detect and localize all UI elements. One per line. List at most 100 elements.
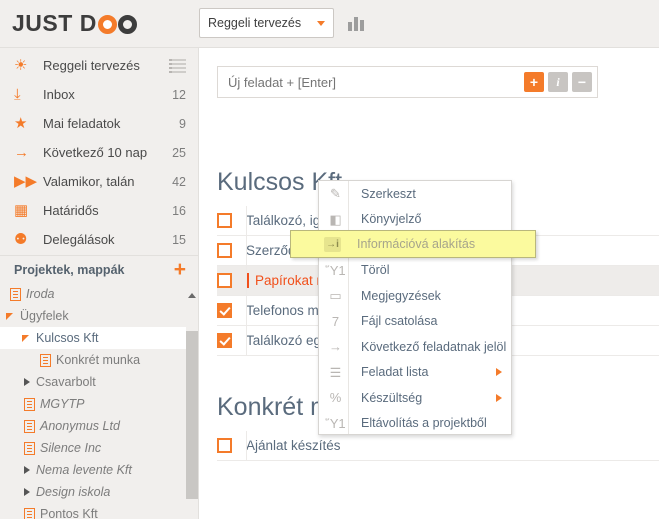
context-menu-item-label: Információvá alakítás <box>357 237 475 251</box>
sidebar-item-label: Inbox <box>43 87 172 102</box>
task-checkbox[interactable] <box>217 438 232 453</box>
task-label: Ajánlat készítés <box>246 438 341 453</box>
context-menu[interactable]: ✎ Szerkeszt ◧ Könyvjelző →i Információvá alak… <box>318 180 512 435</box>
logo-text-d: D <box>80 10 97 37</box>
task-divider <box>246 266 247 295</box>
document-icon <box>24 508 35 519</box>
sidebar-item-label: Határidős <box>43 203 172 218</box>
bar-chart-icon[interactable] <box>348 14 366 31</box>
context-menu-item-label: Következő feladatnak jelöl <box>348 340 511 354</box>
context-menu-item-1[interactable]: ◧ Könyvjelző <box>319 207 511 233</box>
projects-header-title: Projektek, mappák <box>14 263 174 277</box>
tree-item-label: Pontos Kft <box>40 507 98 519</box>
context-menu-item-5[interactable]: ὘7 Fájl csatolása <box>319 309 511 335</box>
tree-item-5[interactable]: MGYTP <box>0 393 198 415</box>
tree-item-2[interactable]: Kulcsos Kft <box>0 327 198 349</box>
add-task-button[interactable]: + <box>524 72 544 92</box>
context-menu-item-highlighted[interactable]: →i Információvá alakítás <box>290 230 536 258</box>
app-root: JUST D Reggeli tervezés ☀ Reggeli tervezé… <box>0 0 659 519</box>
tree-item-label: Konkrét munka <box>56 353 140 367</box>
tree-item-label: Anonymus Ltd <box>40 419 120 433</box>
tree-item-3[interactable]: Konkrét munka <box>0 349 198 371</box>
sidebar-item-count: 25 <box>172 146 186 160</box>
context-menu-item-label: Feladat lista <box>348 365 496 379</box>
tree-item-0[interactable]: Iroda <box>0 283 198 305</box>
chevron-right-icon[interactable] <box>22 377 33 388</box>
tree-item-10[interactable]: Pontos Kft <box>0 503 198 519</box>
context-menu-item-label: Készültség <box>348 391 496 405</box>
sidebar-item-count: 9 <box>179 117 186 131</box>
sidebar-item-label: Reggeli tervezés <box>43 58 169 73</box>
sidebar-item-0[interactable]: ☀ Reggeli tervezés <box>0 51 198 80</box>
chevron-down-icon[interactable] <box>6 311 17 322</box>
fast-forward-icon: ▶▶ <box>14 173 36 191</box>
context-menu-item-label: Eltávolítás a projektből <box>348 416 511 430</box>
sidebar-item-count: 42 <box>172 175 186 189</box>
tree-item-label: Silence Inc <box>40 441 101 455</box>
sidebar-item-2[interactable]: ★ Mai feladatok 9 <box>0 109 198 138</box>
chevron-right-icon[interactable] <box>22 487 33 498</box>
paperclip-icon: ὘7 <box>323 315 348 328</box>
context-menu-item-7[interactable]: ☰ Feladat lista <box>319 360 511 386</box>
project-select-value: Reggeli tervezés <box>208 16 317 30</box>
tree-item-label: Ügyfelek <box>20 309 69 323</box>
logo-ring-icon <box>98 15 117 34</box>
tree-item-4[interactable]: Csavarbolt <box>0 371 198 393</box>
scroll-up-icon[interactable] <box>188 293 196 298</box>
context-menu-item-8[interactable]: % Készültség <box>319 385 511 411</box>
new-task-bar: + i − <box>217 66 598 98</box>
new-task-input[interactable] <box>228 75 520 90</box>
sidebar-item-3[interactable]: → Következő 10 nap 25 <box>0 138 198 167</box>
task-checkbox[interactable] <box>217 303 232 318</box>
context-menu-item-label: Töröl <box>348 263 511 277</box>
percent-icon: % <box>323 391 348 404</box>
submenu-arrow-icon <box>496 368 502 376</box>
tree-item-9[interactable]: Design iskola <box>0 481 198 503</box>
arrow-right-icon: → <box>14 144 36 162</box>
chevron-right-icon[interactable] <box>22 465 33 476</box>
tree-item-7[interactable]: Silence Inc <box>0 437 198 459</box>
trash-icon: Ὕ1 <box>323 264 348 277</box>
project-select-dropdown[interactable]: Reggeli tervezés <box>199 8 334 38</box>
task-divider <box>246 296 247 325</box>
sidebar-item-6[interactable]: ⚉ Delegálások 15 <box>0 225 198 254</box>
task-checkbox[interactable] <box>217 243 232 258</box>
context-menu-item-0[interactable]: ✎ Szerkeszt <box>319 181 511 207</box>
chevron-down-icon[interactable] <box>22 333 33 344</box>
sidebar-item-4[interactable]: ▶▶ Valamikor, talán 42 <box>0 167 198 196</box>
context-menu-item-label: Megjegyzések <box>348 289 511 303</box>
task-info-button[interactable]: i <box>548 72 568 92</box>
tree-item-label: MGYTP <box>40 397 84 411</box>
calendar-icon: ▦ <box>14 202 36 220</box>
tree-item-1[interactable]: Ügyfelek <box>0 305 198 327</box>
sidebar-item-count: 15 <box>172 233 186 247</box>
convert-to-info-icon: →i <box>324 237 341 252</box>
inbox-icon: ⤓ <box>14 86 36 104</box>
remove-task-button[interactable]: − <box>572 72 592 92</box>
task-checkbox[interactable] <box>217 333 232 348</box>
context-menu-item-3[interactable]: Ὕ1 Töröl <box>319 258 511 284</box>
task-checkbox[interactable] <box>217 213 232 228</box>
sidebar-item-count: 16 <box>172 204 186 218</box>
context-menu-item-label: Szerkeszt <box>348 187 511 201</box>
sidebar-item-1[interactable]: ⤓ Inbox 12 <box>0 80 198 109</box>
scrollbar-thumb[interactable] <box>186 331 198 499</box>
sunrise-icon: ☀ <box>14 57 36 75</box>
context-menu-item-4[interactable]: ▭ Megjegyzések <box>319 283 511 309</box>
tree-item-8[interactable]: Nema levente Kft <box>0 459 198 481</box>
task-divider <box>246 326 247 355</box>
logo-o-icon <box>118 15 137 34</box>
sidebar-item-5[interactable]: ▦ Határidős 16 <box>0 196 198 225</box>
project-tree: Iroda Ügyfelek Kulcsos Kft Konkrét munka Csa… <box>0 283 198 519</box>
pencil-icon: ✎ <box>323 187 348 200</box>
project-tree-scrollbar[interactable] <box>186 291 198 519</box>
add-project-button[interactable]: + <box>174 262 186 278</box>
sidebar: ☀ Reggeli tervezés ⤓ Inbox 12 ★ Mai feladatok 9… <box>0 48 199 519</box>
bookmark-icon: ◧ <box>323 213 348 226</box>
projects-header: Projektek, mappák + <box>0 255 198 283</box>
task-checkbox[interactable] <box>217 273 232 288</box>
context-menu-item-6[interactable]: → Következő feladatnak jelöl <box>319 334 511 360</box>
list-view-icon[interactable] <box>169 59 186 73</box>
tree-item-6[interactable]: Anonymus Ltd <box>0 415 198 437</box>
context-menu-item-9[interactable]: Ὕ1 Eltávolítás a projektből <box>319 411 511 437</box>
